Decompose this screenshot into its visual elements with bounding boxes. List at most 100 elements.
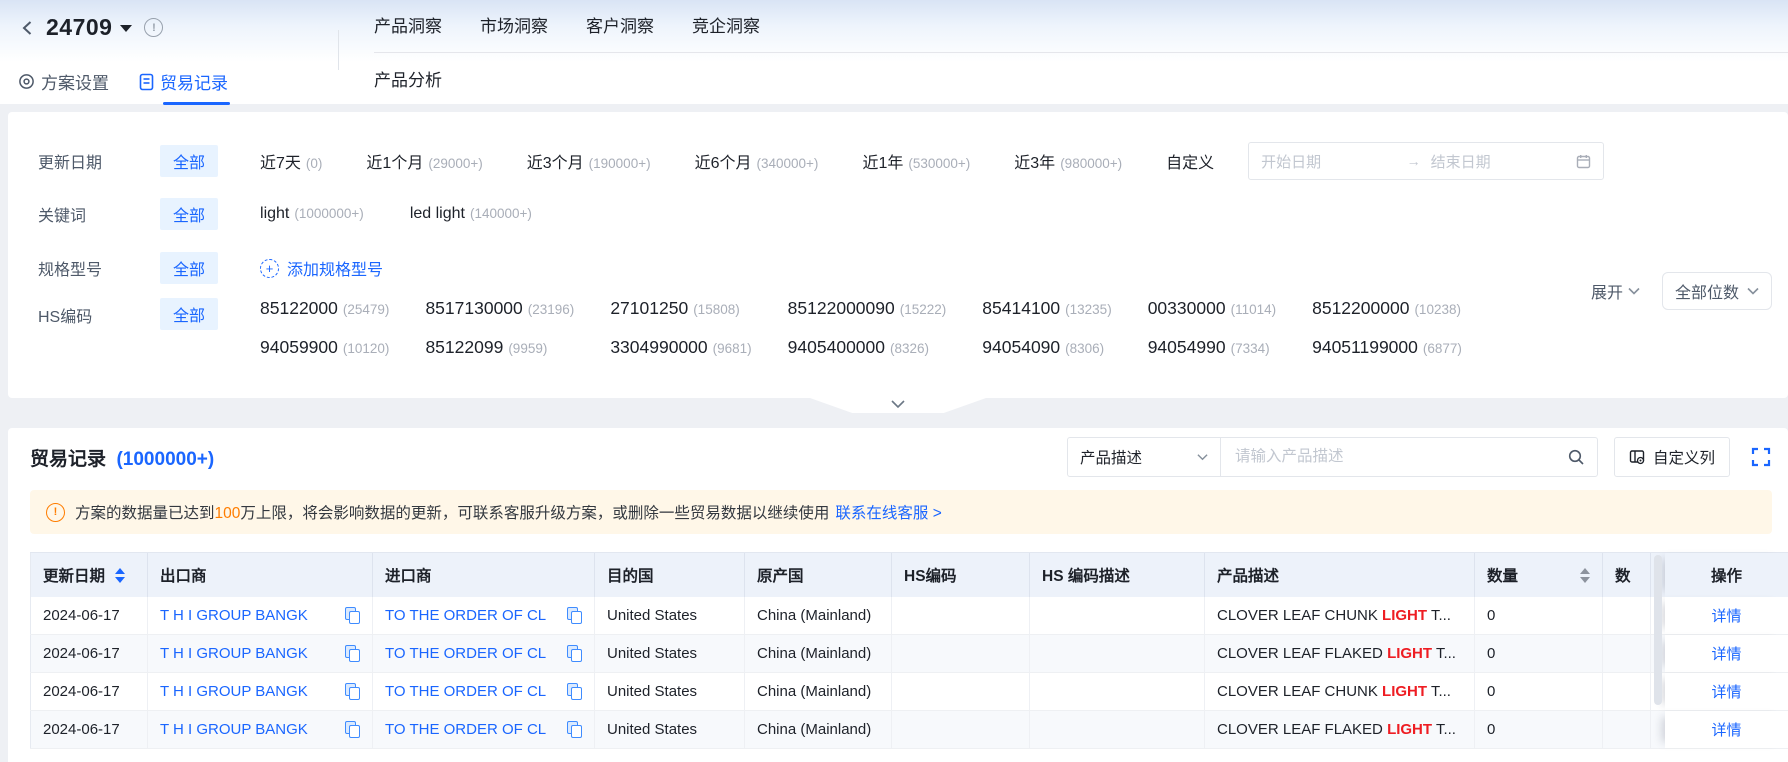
date-range-input[interactable]: 开始日期 → 结束日期 <box>1248 142 1605 180</box>
hs-all-chip[interactable]: 全部 <box>160 298 219 330</box>
keyword-option[interactable]: light (1000000+) <box>260 205 364 223</box>
keyword-all-chip[interactable]: 全部 <box>160 198 219 230</box>
chevron-down-icon <box>1197 454 1208 461</box>
filter-label: 关键词 <box>38 208 87 225</box>
date-option[interactable]: 近6个月 (340000+) <box>695 149 819 173</box>
exporter-link[interactable]: T H I GROUP BANGK <box>160 607 308 624</box>
col-header-hs-code: HS编码 <box>892 553 1030 597</box>
copy-icon[interactable] <box>567 607 582 624</box>
date-option[interactable]: 近1个月 (29000+) <box>366 149 482 173</box>
date-all-chip[interactable]: 全部 <box>160 145 219 177</box>
trade-records-section: 贸易记录 (1000000+) 产品描述 请输入产品描述 自定义列 ! 方案的数… <box>8 428 1788 762</box>
document-icon <box>139 73 154 90</box>
date-option[interactable]: 近3年 (980000+) <box>1014 149 1122 173</box>
hs-code-option[interactable]: 94054090 (8306) <box>982 337 1111 358</box>
date-option[interactable]: 近7天 (0) <box>260 149 322 173</box>
cell-product-desc: CLOVER LEAF FLAKED LIGHT T... <box>1205 635 1475 672</box>
cell-hs-desc <box>1030 711 1205 748</box>
hs-code-option[interactable]: 94054990 (7334) <box>1148 337 1276 358</box>
copy-icon[interactable] <box>567 683 582 700</box>
detail-link[interactable]: 详情 <box>1711 605 1741 626</box>
hs-code-option[interactable]: 94059900 (10120) <box>260 337 389 358</box>
spec-all-chip[interactable]: 全部 <box>160 252 219 284</box>
copy-icon[interactable] <box>345 645 360 662</box>
vertical-scrollbar[interactable] <box>1654 555 1662 705</box>
expand-button[interactable]: 展开 <box>1591 279 1640 303</box>
col-header-quantity[interactable]: 数量 <box>1475 553 1603 597</box>
detail-link[interactable]: 详情 <box>1711 643 1741 664</box>
col-label: 数 <box>1615 568 1631 585</box>
keyword-option[interactable]: led light (140000+) <box>410 205 532 223</box>
date-options: 近7天 (0) 近1个月 (29000+) 近3个月 (190000+) 近6个月 (3… <box>260 149 1214 173</box>
sort-icon[interactable] <box>1580 567 1590 583</box>
col-header-importer: 进口商 <box>373 553 595 597</box>
add-spec-button[interactable]: + 添加规格型号 <box>260 256 383 280</box>
date-option-custom[interactable]: 自定义 <box>1166 149 1214 173</box>
hs-code-option[interactable]: 27101250 (15808) <box>610 298 751 319</box>
date-option[interactable]: 近1年 (530000+) <box>862 149 970 173</box>
copy-icon[interactable] <box>345 607 360 624</box>
filter-label: HS编码 <box>38 309 93 326</box>
exporter-link[interactable]: T H I GROUP BANGK <box>160 645 308 662</box>
desc-text: CLOVER LEAF FLAKED <box>1217 645 1388 662</box>
hs-code-option[interactable]: 85122000090 (15222) <box>788 298 947 319</box>
subnav-product-analysis[interactable]: 产品分析 <box>374 66 442 91</box>
importer-link[interactable]: TO THE ORDER OF CL <box>385 721 546 738</box>
exporter-link[interactable]: T H I GROUP BANGK <box>160 683 308 700</box>
quota-warning-banner: ! 方案的数据量已达到100万上限，将会影响数据的更新，可联系客服升级方案，或删… <box>30 490 1772 534</box>
hs-code-option[interactable]: 9405400000 (8326) <box>788 337 947 358</box>
col-label: 更新日期 <box>43 568 106 585</box>
customize-columns-button[interactable]: 自定义列 <box>1613 437 1730 477</box>
caret-down-icon[interactable] <box>120 25 133 32</box>
cell-product-desc: CLOVER LEAF CHUNK LIGHT T... <box>1205 673 1475 710</box>
nav-market-insight[interactable]: 市场洞察 <box>480 12 548 37</box>
importer-link[interactable]: TO THE ORDER OF CL <box>385 645 546 662</box>
cell-destination: United States <box>595 597 745 634</box>
desc-text: CLOVER LEAF CHUNK <box>1217 607 1383 624</box>
hs-code-option[interactable]: 85122099 (9959) <box>425 337 574 358</box>
hs-code-option[interactable]: 94051199000 (6877) <box>1312 337 1462 358</box>
nav-product-insight[interactable]: 产品洞察 <box>374 12 442 37</box>
nav-divider <box>374 52 1788 53</box>
hs-code-option[interactable]: 85122000 (25479) <box>260 298 389 319</box>
copy-icon[interactable] <box>567 721 582 738</box>
detail-link[interactable]: 详情 <box>1711 681 1741 702</box>
cell-importer: TO THE ORDER OF CL <box>373 635 595 672</box>
exporter-link[interactable]: T H I GROUP BANGK <box>160 721 308 738</box>
search-icon[interactable] <box>1567 448 1585 466</box>
tab-trade-records[interactable]: 贸易记录 <box>139 69 230 105</box>
importer-link[interactable]: TO THE ORDER OF CL <box>385 683 546 700</box>
arrow-right-icon: → <box>1406 153 1421 169</box>
collapse-panel-toggle[interactable] <box>810 398 986 413</box>
col-header-update-date[interactable]: 更新日期 <box>30 553 148 597</box>
sort-icon[interactable] <box>115 567 126 583</box>
copy-icon[interactable] <box>345 683 360 700</box>
importer-link[interactable]: TO THE ORDER OF CL <box>385 607 546 624</box>
tab-plan-settings[interactable]: 方案设置 <box>18 69 109 94</box>
hs-code-option[interactable]: 85414100 (13235) <box>982 298 1111 319</box>
hs-code-option[interactable]: 8512200000 (10238) <box>1312 298 1462 319</box>
copy-icon[interactable] <box>567 645 582 662</box>
cell-importer: TO THE ORDER OF CL <box>373 597 595 634</box>
hs-code-option[interactable]: 8517130000 (23196) <box>425 298 574 319</box>
cell-update-date: 2024-06-17 <box>30 673 148 710</box>
nav-customer-insight[interactable]: 客户洞察 <box>586 12 654 37</box>
contact-support-link[interactable]: 联系在线客服 > <box>835 505 941 522</box>
hs-code-option[interactable]: 3304990000 (9681) <box>610 337 751 358</box>
detail-link[interactable]: 详情 <box>1711 719 1741 740</box>
info-icon[interactable]: ! <box>144 18 164 37</box>
end-date-placeholder: 结束日期 <box>1430 153 1491 171</box>
hs-code-option[interactable]: 00330000 (11014) <box>1148 298 1276 319</box>
cell-origin: China (Mainland) <box>745 711 892 748</box>
back-icon[interactable] <box>18 18 38 38</box>
search-category-select[interactable]: 产品描述 <box>1068 438 1221 476</box>
nav-competitor-insight[interactable]: 竞企洞察 <box>692 12 760 37</box>
copy-icon[interactable] <box>345 721 360 738</box>
fullscreen-icon[interactable] <box>1750 446 1772 468</box>
col-label: HS编码 <box>904 568 957 585</box>
search-input[interactable] <box>1232 447 1559 467</box>
col-header-actions: 操作 <box>1665 553 1788 597</box>
hs-digits-select[interactable]: 全部位数 <box>1661 272 1772 310</box>
filter-label: 更新日期 <box>38 155 103 172</box>
date-option[interactable]: 近3个月 (190000+) <box>527 149 651 173</box>
